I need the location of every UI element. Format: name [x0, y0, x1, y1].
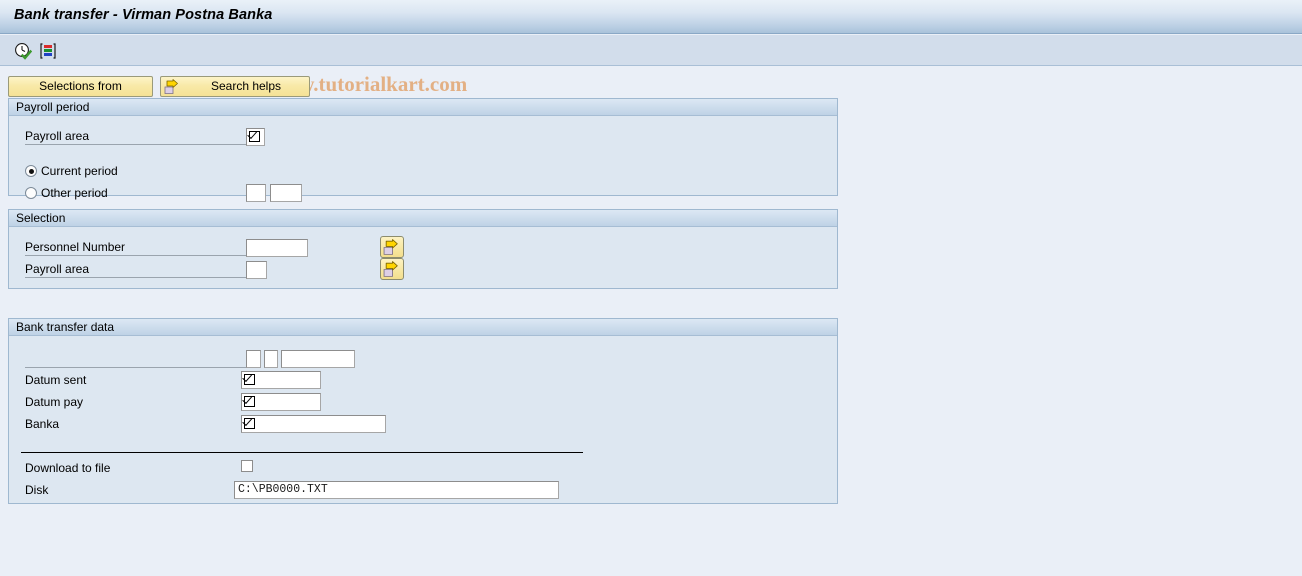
panel-bank-transfer-data-title: Bank transfer data: [9, 319, 837, 336]
selection-payroll-area-multi-selection-button[interactable]: [380, 258, 404, 280]
window-titlebar: Bank transfer - Virman Postna Banka: [0, 0, 1302, 34]
execute-clock-icon[interactable]: [14, 42, 33, 60]
panel-payroll-period: Payroll period Payroll area Current peri…: [8, 98, 838, 202]
datum-sent-label: Datum sent: [25, 373, 87, 387]
search-helps-label: Search helps: [210, 79, 282, 93]
payroll-area-label-rule: [25, 144, 253, 145]
personnel-number-label: Personnel Number: [25, 240, 126, 254]
bank-top-input-1[interactable]: [246, 350, 261, 368]
disk-label: Disk: [25, 483, 49, 497]
radio-current-period-label: Current period: [41, 164, 118, 178]
disk-input[interactable]: C:\PB0000.TXT: [234, 481, 559, 499]
panel-selection: Selection Personnel Number Payroll area: [8, 209, 838, 289]
personnel-number-input[interactable]: [246, 239, 308, 257]
multi-selection-arrow-icon: [164, 79, 181, 95]
banka-label: Banka: [25, 417, 60, 431]
bank-section-separator: [21, 452, 583, 453]
other-period-input-2[interactable]: [270, 184, 302, 202]
download-to-file-label: Download to file: [25, 461, 111, 475]
multi-selection-arrow-icon: [383, 239, 398, 255]
payroll-area-input[interactable]: [246, 128, 265, 146]
radio-other-period[interactable]: [25, 187, 37, 199]
datum-sent-input[interactable]: [241, 371, 321, 389]
selections-from-button[interactable]: Selections from: [8, 76, 153, 97]
personnel-number-multi-selection-button[interactable]: [380, 236, 404, 258]
download-to-file-checkbox[interactable]: [241, 460, 253, 472]
bank-top-input-2[interactable]: [264, 350, 278, 368]
selection-payroll-area-label-rule: [25, 277, 247, 278]
radio-other-period-label: Other period: [41, 186, 108, 200]
personnel-number-label-rule: [25, 255, 247, 256]
banka-input[interactable]: [241, 415, 386, 433]
bank-top-input-3[interactable]: [281, 350, 355, 368]
search-helps-button[interactable]: Search helps: [160, 76, 310, 97]
application-toolbar: © www.tutorialkart.com: [0, 35, 1302, 96]
selection-payroll-area-label: Payroll area: [25, 262, 90, 276]
datum-pay-input[interactable]: [241, 393, 321, 411]
panel-payroll-period-title: Payroll period: [9, 99, 837, 116]
bank-top-row-label-rule: [25, 367, 247, 368]
panel-bank-transfer-data: Bank transfer data Datum sent Datum pay …: [8, 318, 838, 504]
datum-pay-label: Datum pay: [25, 395, 84, 409]
window-title: Bank transfer - Virman Postna Banka: [14, 7, 273, 23]
layout-columns-icon[interactable]: [39, 42, 57, 60]
selection-payroll-area-input[interactable]: [246, 261, 267, 279]
radio-current-period[interactable]: [25, 165, 37, 177]
panel-selection-title: Selection: [9, 210, 837, 227]
payroll-area-label: Payroll area: [25, 129, 90, 143]
multi-selection-arrow-icon: [383, 261, 398, 277]
other-period-input-1[interactable]: [246, 184, 266, 202]
